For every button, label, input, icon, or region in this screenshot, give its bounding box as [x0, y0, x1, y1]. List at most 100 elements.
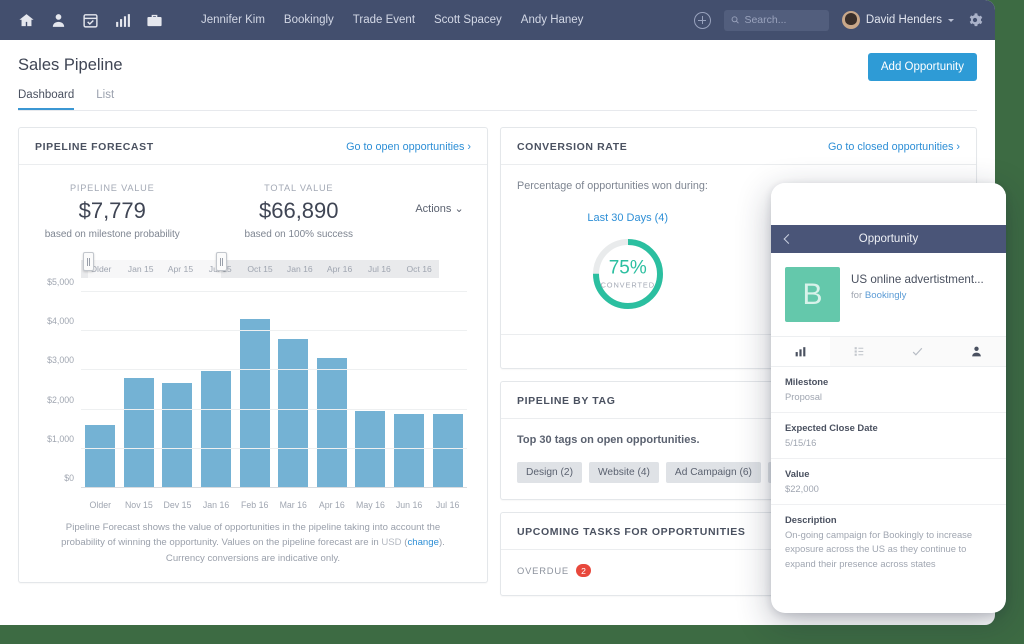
- pipeline-value-stat: PIPELINE VALUE $7,779 based on milestone…: [19, 183, 206, 240]
- chart-bar-cell[interactable]: [120, 292, 159, 488]
- pipeline-forecast-header: PIPELINE FORECAST Go to open opportuniti…: [19, 128, 487, 165]
- pipeline-value-sub: based on milestone probability: [19, 229, 206, 240]
- overdue-count-badge: 2: [576, 564, 591, 577]
- y-axis-label-0: $0: [64, 473, 74, 483]
- opportunity-account-link[interactable]: Bookingly: [865, 290, 907, 301]
- add-opportunity-button[interactable]: Add Opportunity: [868, 53, 977, 81]
- gridline-2000: [81, 409, 467, 410]
- plus-circle-icon[interactable]: [694, 12, 711, 29]
- slider-handle-left[interactable]: [83, 252, 94, 271]
- pipeline-forecast-card: PIPELINE FORECAST Go to open opportuniti…: [18, 127, 488, 583]
- forecast-footnote: Pipeline Forecast shows the value of opp…: [19, 510, 487, 582]
- slider-tick-4: Oct 15: [240, 260, 280, 278]
- opportunity-titles: US online advertistment... for Bookingly: [851, 267, 984, 301]
- phone-nav-title: Opportunity: [859, 233, 918, 245]
- go-to-open-opportunities-link[interactable]: Go to open opportunities ›: [346, 141, 471, 153]
- slider-handle-right[interactable]: [216, 252, 227, 271]
- phone-tab-details[interactable]: [771, 337, 830, 366]
- left-column: PIPELINE FORECAST Go to open opportuniti…: [18, 127, 488, 596]
- search-icon: [731, 15, 740, 25]
- chart-bar-cell[interactable]: [81, 292, 120, 488]
- chart-bar[interactable]: [85, 425, 115, 489]
- donut-chart-30: 75% CONVERTED: [590, 236, 666, 312]
- phone-tab-bar: [771, 336, 1006, 367]
- nav-link-scott-spacey[interactable]: Scott Spacey: [434, 14, 502, 26]
- conversion-rate-header: CONVERSION RATE Go to closed opportuniti…: [501, 128, 976, 165]
- chart-bar-cell[interactable]: [235, 292, 274, 488]
- pipeline-by-tag-title: PIPELINE BY TAG: [517, 395, 615, 407]
- bar-chart-icon[interactable]: [114, 12, 131, 29]
- change-currency-link[interactable]: change: [407, 537, 438, 548]
- search-box[interactable]: [724, 10, 829, 31]
- opportunity-field: MilestoneProposal: [771, 367, 1006, 413]
- tag-chip-2[interactable]: Ad Campaign (6): [666, 462, 761, 483]
- chart-bar[interactable]: [124, 378, 154, 488]
- chart-bar[interactable]: [201, 371, 231, 488]
- person-icon: [970, 345, 983, 358]
- nav-link-andy-haney[interactable]: Andy Haney: [521, 14, 584, 26]
- pipeline-value-label: PIPELINE VALUE: [19, 183, 206, 193]
- tab-dashboard[interactable]: Dashboard: [18, 89, 74, 110]
- chart-bar-cell[interactable]: [197, 292, 236, 488]
- actions-dropdown[interactable]: Actions ⌄: [415, 203, 463, 215]
- chart-bar-cell[interactable]: [158, 292, 197, 488]
- top-navigation-bar: Jennifer Kim Bookingly Trade Event Scott…: [0, 0, 995, 40]
- tag-chip-1[interactable]: Website (4): [589, 462, 659, 483]
- page-tabs: Dashboard List: [18, 89, 977, 110]
- field-label: Value: [785, 468, 992, 479]
- calendar-check-icon[interactable]: [82, 12, 99, 29]
- opportunity-header: B US online advertistment... for Booking…: [771, 253, 1006, 336]
- chart-bar[interactable]: [240, 319, 270, 488]
- total-value: $66,890: [206, 198, 393, 224]
- nav-link-group: Jennifer Kim Bookingly Trade Event Scott…: [201, 14, 583, 26]
- chart-bar-cell[interactable]: [428, 292, 467, 488]
- gear-icon[interactable]: [967, 12, 983, 28]
- y-axis-label-5000: $5,000: [47, 277, 74, 287]
- pipeline-forecast-title: PIPELINE FORECAST: [35, 141, 154, 153]
- phone-tab-people[interactable]: [947, 337, 1006, 366]
- chart-bar[interactable]: [317, 358, 347, 488]
- date-range-slider[interactable]: OlderJan 15Apr 15Jul 15Oct 15Jan 16Apr 1…: [81, 260, 439, 278]
- phone-tab-tasks[interactable]: [889, 337, 948, 366]
- chevron-left-icon[interactable]: [784, 234, 794, 244]
- opportunity-field: Value$22,000: [771, 459, 1006, 505]
- tab-list[interactable]: List: [96, 89, 114, 110]
- bar-chart-icon: [794, 345, 807, 358]
- chart-bar[interactable]: [162, 383, 192, 488]
- chart-bar-cell[interactable]: [274, 292, 313, 488]
- app-root: Jennifer Kim Bookingly Trade Event Scott…: [0, 0, 1024, 644]
- go-to-closed-opportunities-link[interactable]: Go to closed opportunities ›: [828, 141, 960, 153]
- nav-link-jennifer-kim[interactable]: Jennifer Kim: [201, 14, 265, 26]
- upcoming-tasks-title: UPCOMING TASKS FOR OPPORTUNITIES: [517, 526, 745, 538]
- user-menu[interactable]: David Henders: [842, 11, 954, 29]
- chart-bar[interactable]: [433, 414, 463, 488]
- chart-bars: [81, 292, 467, 488]
- chart-bar-cell[interactable]: [390, 292, 429, 488]
- x-axis-label-5: Mar 16: [274, 500, 313, 510]
- search-input[interactable]: [744, 14, 821, 26]
- chart-bar[interactable]: [394, 414, 424, 488]
- nav-link-bookingly[interactable]: Bookingly: [284, 14, 334, 26]
- gridline-3000: [81, 369, 467, 370]
- chart-bar-cell[interactable]: [313, 292, 352, 488]
- field-label: Expected Close Date: [785, 422, 992, 433]
- chart-bar-cell[interactable]: [351, 292, 390, 488]
- field-value: Proposal: [785, 390, 992, 404]
- briefcase-icon[interactable]: [146, 12, 163, 29]
- chart-bar[interactable]: [278, 339, 308, 488]
- x-axis-label-4: Feb 16: [235, 500, 274, 510]
- chart-bar[interactable]: [355, 411, 385, 488]
- x-axis-label-6: Apr 16: [313, 500, 352, 510]
- phone-nav-bar: Opportunity: [771, 225, 1006, 253]
- nav-link-trade-event[interactable]: Trade Event: [353, 14, 415, 26]
- actions-column: Actions ⌄: [392, 183, 487, 217]
- donut-title-30[interactable]: Last 30 Days (4): [517, 212, 739, 224]
- x-axis-label-3: Jan 16: [197, 500, 236, 510]
- person-icon[interactable]: [50, 12, 67, 29]
- field-value: 5/15/16: [785, 436, 992, 450]
- chevron-down-icon: [948, 19, 954, 22]
- home-icon[interactable]: [18, 12, 35, 29]
- phone-tab-list[interactable]: [830, 337, 889, 366]
- tag-chip-0[interactable]: Design (2): [517, 462, 582, 483]
- pipeline-value: $7,779: [19, 198, 206, 224]
